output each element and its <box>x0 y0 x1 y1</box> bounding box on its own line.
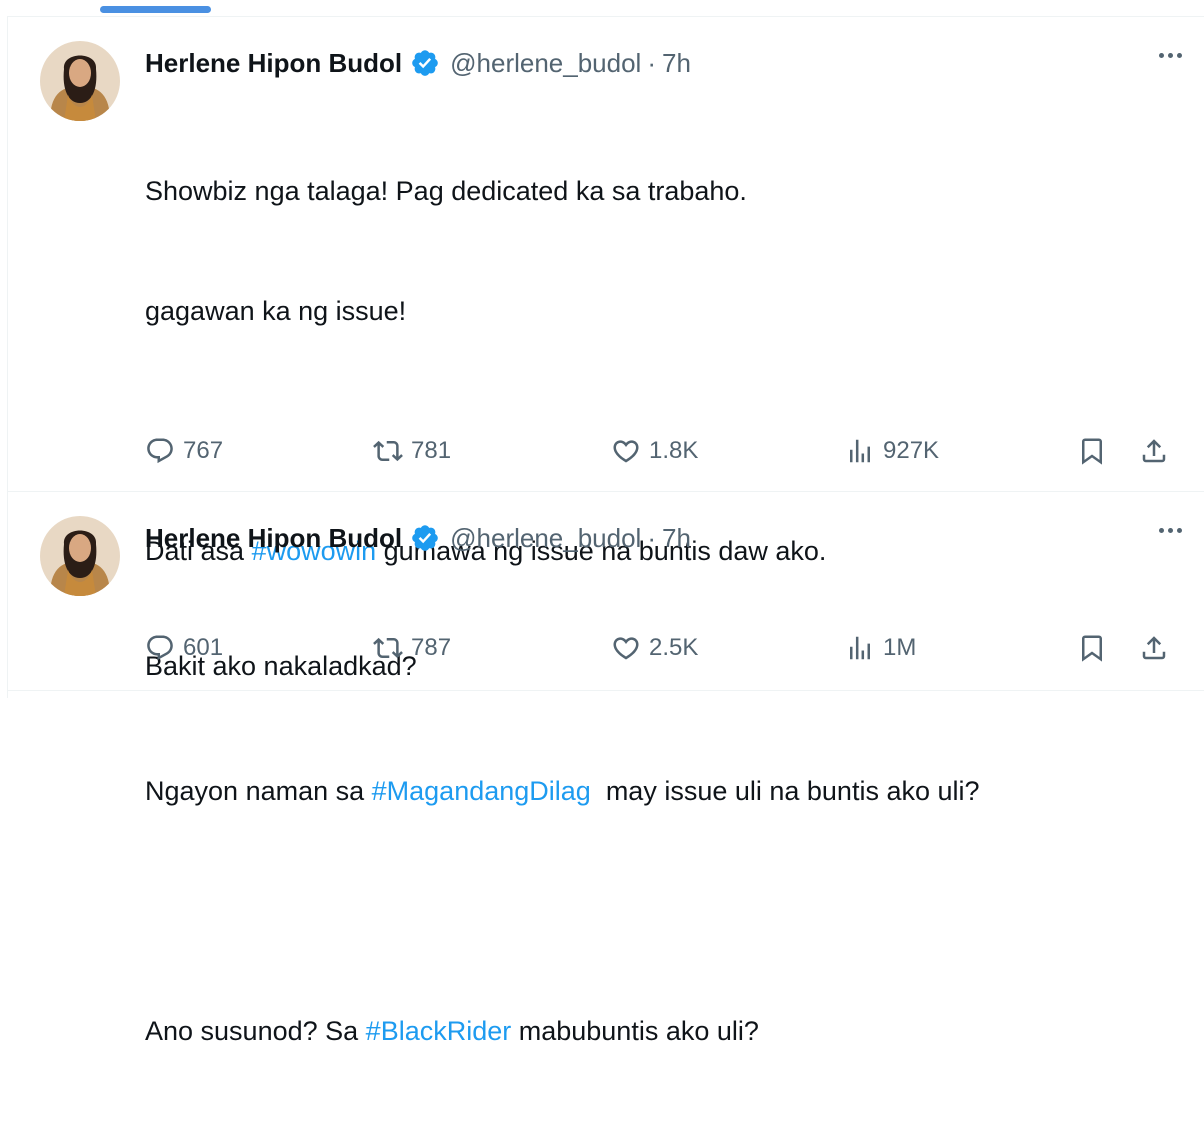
like-button[interactable]: 2.5K <box>611 628 698 668</box>
views-button[interactable]: 1M <box>845 628 916 668</box>
reply-icon <box>147 635 173 661</box>
retweet-button[interactable]: 781 <box>373 431 451 471</box>
reply-button[interactable]: 601 <box>145 628 223 668</box>
views-chart-icon <box>850 636 870 660</box>
share-icon <box>1142 636 1166 660</box>
heart-icon <box>613 637 639 660</box>
tweet-actions: 767 781 1.8K 927K <box>145 431 1180 471</box>
reply-button[interactable]: 767 <box>145 431 223 471</box>
bookmark-button[interactable] <box>1077 628 1107 668</box>
tweet-header: Herlene Hipon Budol @herlene_budol · 7h <box>145 520 691 556</box>
author-handle[interactable]: @herlene_budol <box>450 48 641 79</box>
share-button[interactable] <box>1139 628 1169 668</box>
hashtag-link[interactable]: #MagandangDilag <box>372 776 591 806</box>
retweet-count: 787 <box>411 634 452 661</box>
separator-dot: · <box>647 47 657 78</box>
retweet-count: 781 <box>411 437 452 464</box>
avatar[interactable] <box>40 41 120 121</box>
timestamp[interactable]: 7h <box>662 523 691 554</box>
tweet-text-line: Showbiz nga talaga! Pag dedicated ka sa … <box>145 176 747 206</box>
views-chart-icon <box>850 439 870 463</box>
tweet-text-line: Ngayon naman sa #MagandangDilag may issu… <box>145 771 980 811</box>
share-button[interactable] <box>1139 431 1169 471</box>
tweet-text-line: Ano susunod? Sa #BlackRider mabubuntis a… <box>145 1011 980 1051</box>
bookmark-icon <box>1082 635 1102 662</box>
retweet-button[interactable]: 787 <box>373 628 451 668</box>
text-fragment: Ngayon naman sa <box>145 776 372 806</box>
more-options-icon[interactable] <box>1159 528 1182 533</box>
tweet[interactable]: Herlene Hipon Budol @herlene_budol · 7h … <box>8 492 1204 691</box>
reply-count: 601 <box>183 634 224 661</box>
text-fragment: mabubuntis ako uli? <box>511 1016 759 1046</box>
like-button[interactable]: 1.8K <box>611 431 698 471</box>
more-options-icon[interactable] <box>1159 53 1182 58</box>
author-name[interactable]: Herlene Hipon Budol <box>145 523 402 554</box>
bookmark-icon <box>1082 438 1102 465</box>
verified-badge-icon[interactable] <box>410 48 440 78</box>
share-icon <box>1142 439 1166 463</box>
like-count: 1.8K <box>649 437 699 464</box>
tab-active-indicator <box>100 6 211 13</box>
tweet[interactable]: Herlene Hipon Budol @herlene_budol · 7h … <box>8 17 1204 1046</box>
view-count: 927K <box>883 437 940 464</box>
heart-icon <box>613 440 639 463</box>
author-name[interactable]: Herlene Hipon Budol <box>145 48 402 79</box>
hashtag-link[interactable]: #BlackRider <box>366 1016 512 1046</box>
tweet-text-line: gagawan ka ng issue! <box>145 296 407 326</box>
retweet-icon <box>373 637 403 659</box>
retweet-icon <box>373 440 403 462</box>
timestamp[interactable]: 7h <box>662 48 691 79</box>
avatar[interactable] <box>40 516 120 596</box>
views-button[interactable]: 927K <box>845 431 939 471</box>
like-count: 2.5K <box>649 634 699 661</box>
text-fragment: may issue uli na buntis ako uli? <box>590 776 980 806</box>
reply-icon <box>147 438 173 464</box>
tweet-actions: 601 787 2.5K 1M <box>145 628 1180 668</box>
verified-badge-icon[interactable] <box>410 523 440 553</box>
author-handle[interactable]: @herlene_budol <box>450 523 641 554</box>
bookmark-button[interactable] <box>1077 431 1107 471</box>
view-count: 1M <box>883 634 917 661</box>
text-fragment: Ano susunod? Sa <box>145 1016 366 1046</box>
reply-count: 767 <box>183 437 224 464</box>
separator-dot: · <box>647 522 657 553</box>
tweet-header: Herlene Hipon Budol @herlene_budol · 7h <box>145 45 691 81</box>
